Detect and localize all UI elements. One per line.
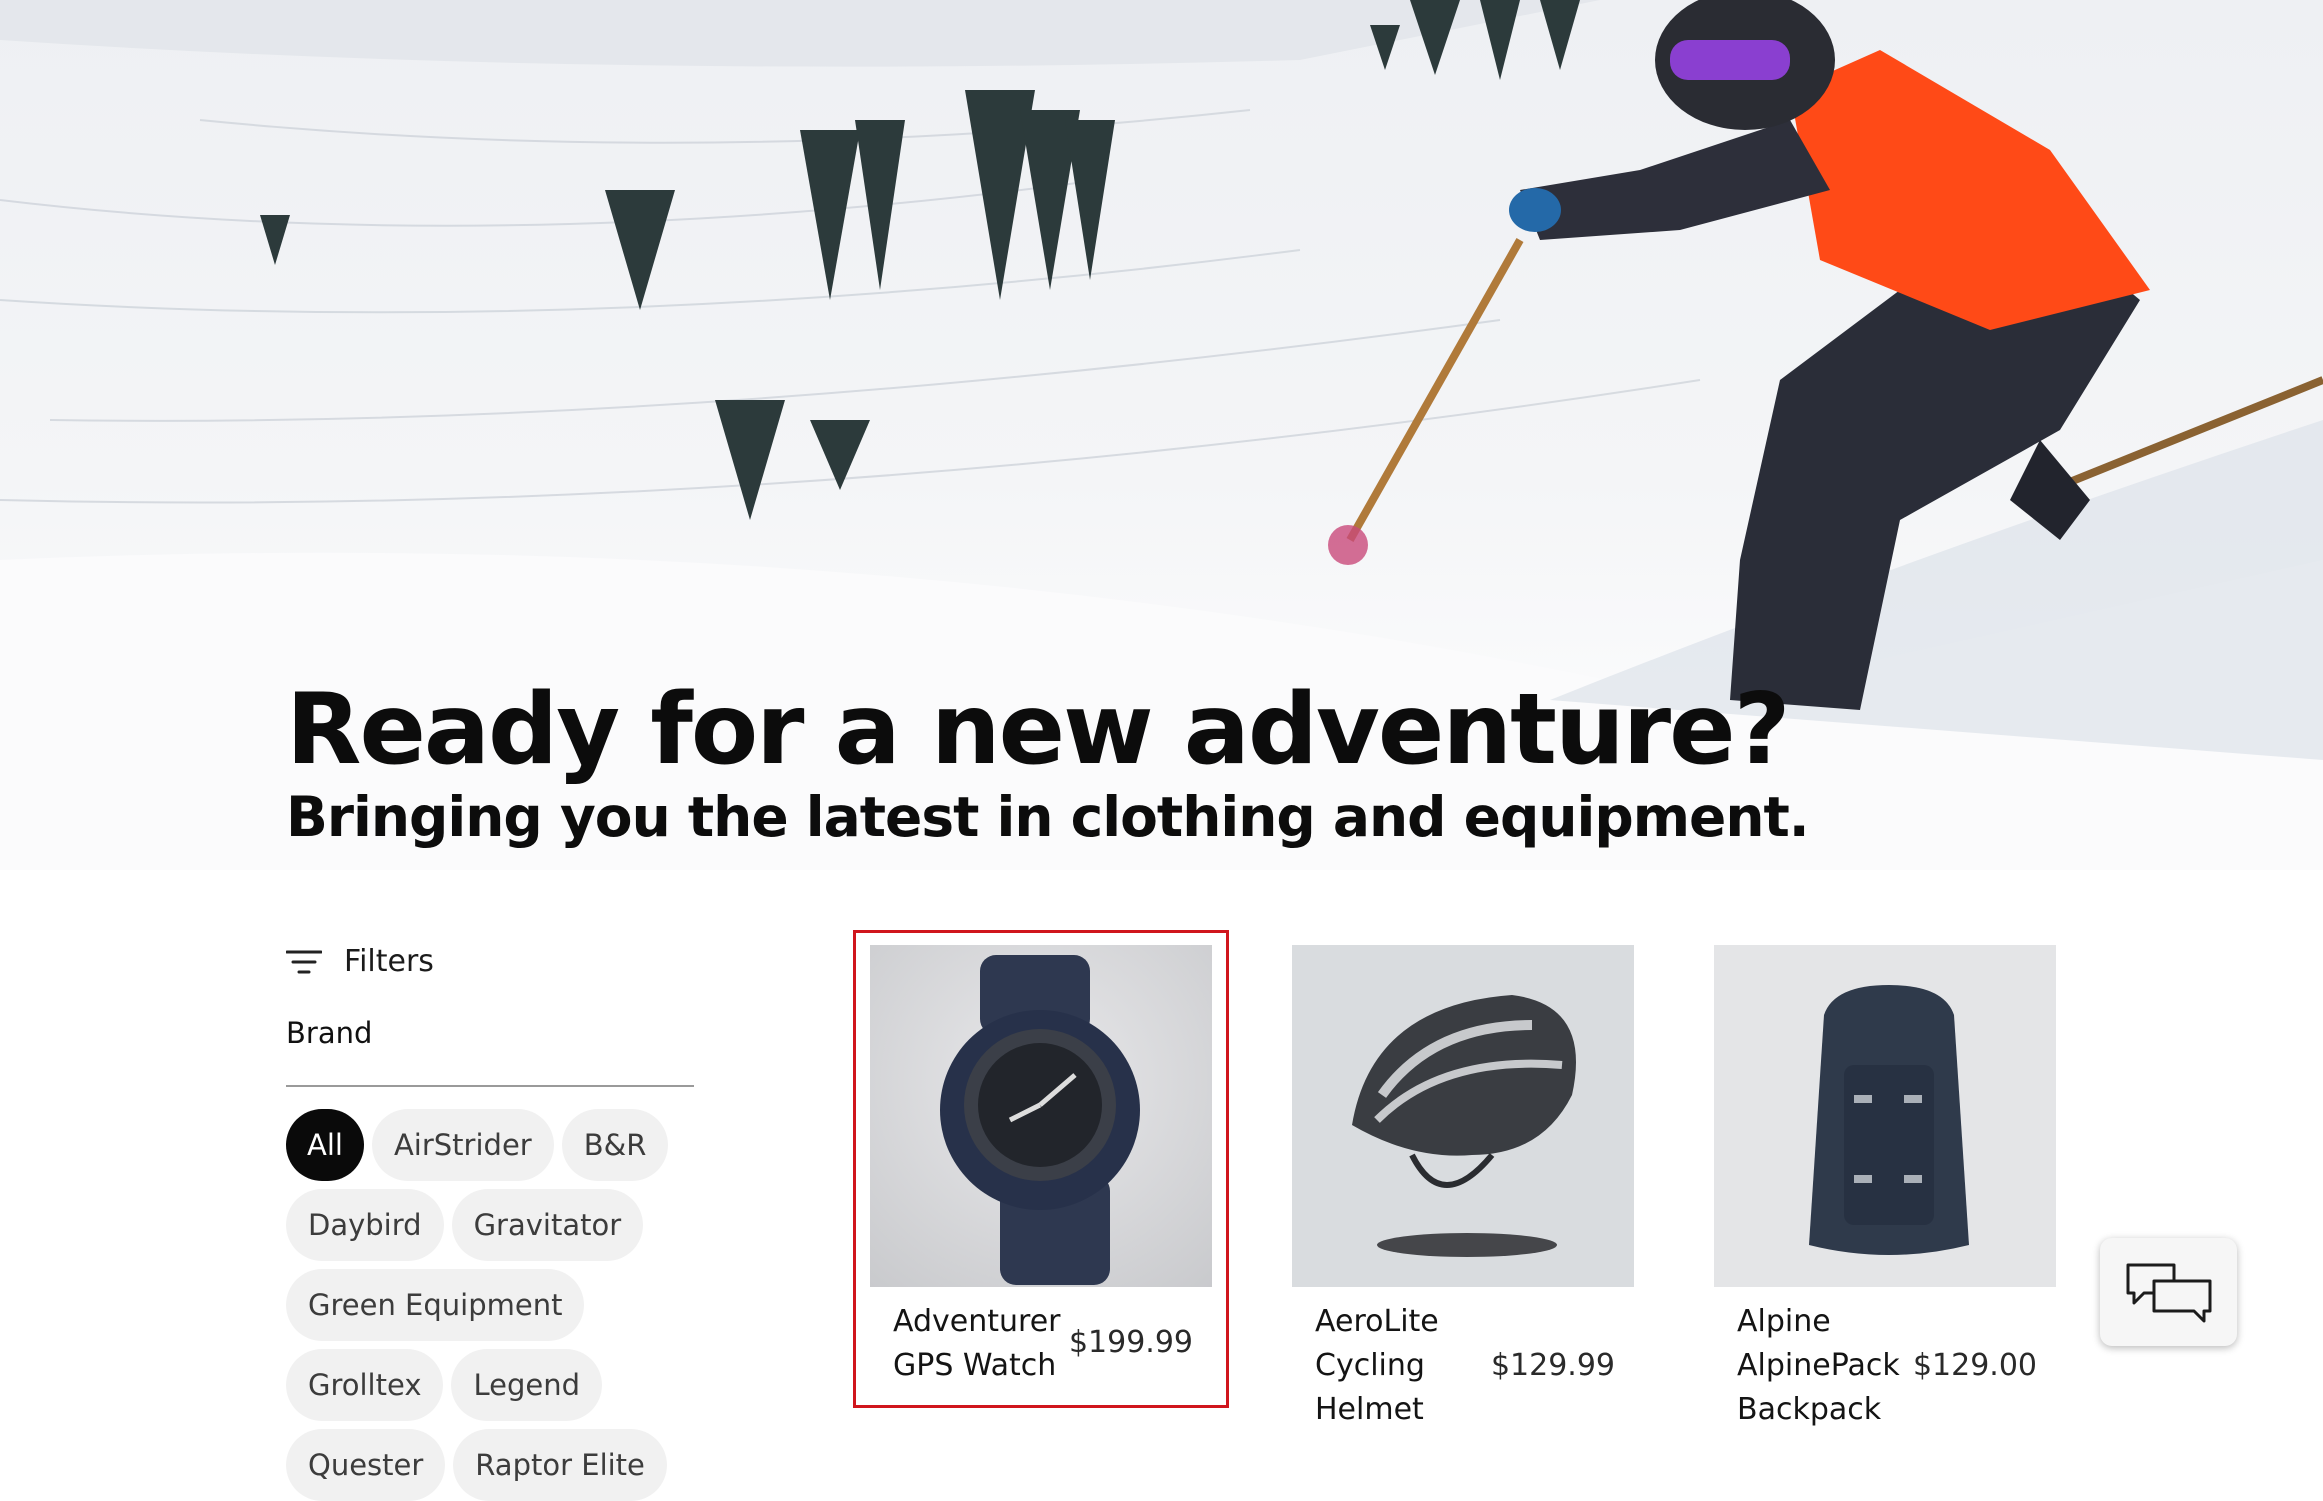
hero-banner: Ready for a new adventure? Bringing you …: [0, 0, 2323, 870]
product-card[interactable]: AeroLite Cycling Helmet $129.99: [1275, 930, 1651, 1427]
helmet-image: [1352, 995, 1576, 1257]
product-card[interactable]: Adventurer GPS Watch $199.99: [853, 930, 1229, 1408]
product-name[interactable]: AeroLite Cycling Helmet: [1315, 1300, 1495, 1432]
brand-chip-quester[interactable]: Quester: [286, 1429, 446, 1501]
product-price: $129.00: [1912, 1348, 2037, 1383]
product-image-backpack[interactable]: [1714, 945, 2056, 1287]
filters-label: Filters: [344, 944, 434, 979]
filters-toggle-button[interactable]: Filters: [286, 944, 434, 979]
product-price: $199.99: [1068, 1325, 1193, 1360]
brand-chip-raptor-elite[interactable]: Raptor Elite: [453, 1429, 667, 1501]
filter-lines-icon: [286, 950, 322, 973]
product-name[interactable]: Alpine AlpinePack Backpack: [1737, 1300, 1913, 1432]
brand-chip-airstrider[interactable]: AirStrider: [371, 1109, 554, 1181]
hero-title: Ready for a new adventure?: [286, 673, 1790, 787]
brand-filter-heading[interactable]: Brand: [286, 1016, 372, 1050]
brand-chip-gravitator[interactable]: Gravitator: [451, 1189, 644, 1261]
brand-chip-all[interactable]: All: [286, 1109, 364, 1181]
product-price: $129.99: [1490, 1348, 1615, 1383]
chat-button[interactable]: [2100, 1238, 2237, 1346]
product-image-cycling-helmet[interactable]: [1292, 945, 1634, 1287]
brand-chip-daybird[interactable]: Daybird: [286, 1189, 444, 1261]
brand-divider: [286, 1085, 694, 1087]
brand-chip-list: All AirStrider B&R Daybird Gravitator Gr…: [286, 1109, 706, 1501]
product-card[interactable]: Alpine AlpinePack Backpack $129.00: [1697, 930, 2073, 1427]
hero-subtitle: Bringing you the latest in clothing and …: [286, 785, 1810, 849]
brand-chip-green-equipment[interactable]: Green Equipment: [286, 1269, 585, 1341]
product-name[interactable]: Adventurer GPS Watch: [893, 1300, 1073, 1388]
brand-chip-grolltex[interactable]: Grolltex: [286, 1349, 444, 1421]
backpack-image: [1809, 985, 1969, 1255]
chat-bubbles-icon: [2126, 1263, 2211, 1323]
watch-image: [940, 955, 1140, 1285]
brand-chip-legend[interactable]: Legend: [451, 1349, 603, 1421]
brand-chip-b-and-r[interactable]: B&R: [561, 1109, 669, 1181]
product-image-gps-watch[interactable]: [870, 945, 1212, 1287]
